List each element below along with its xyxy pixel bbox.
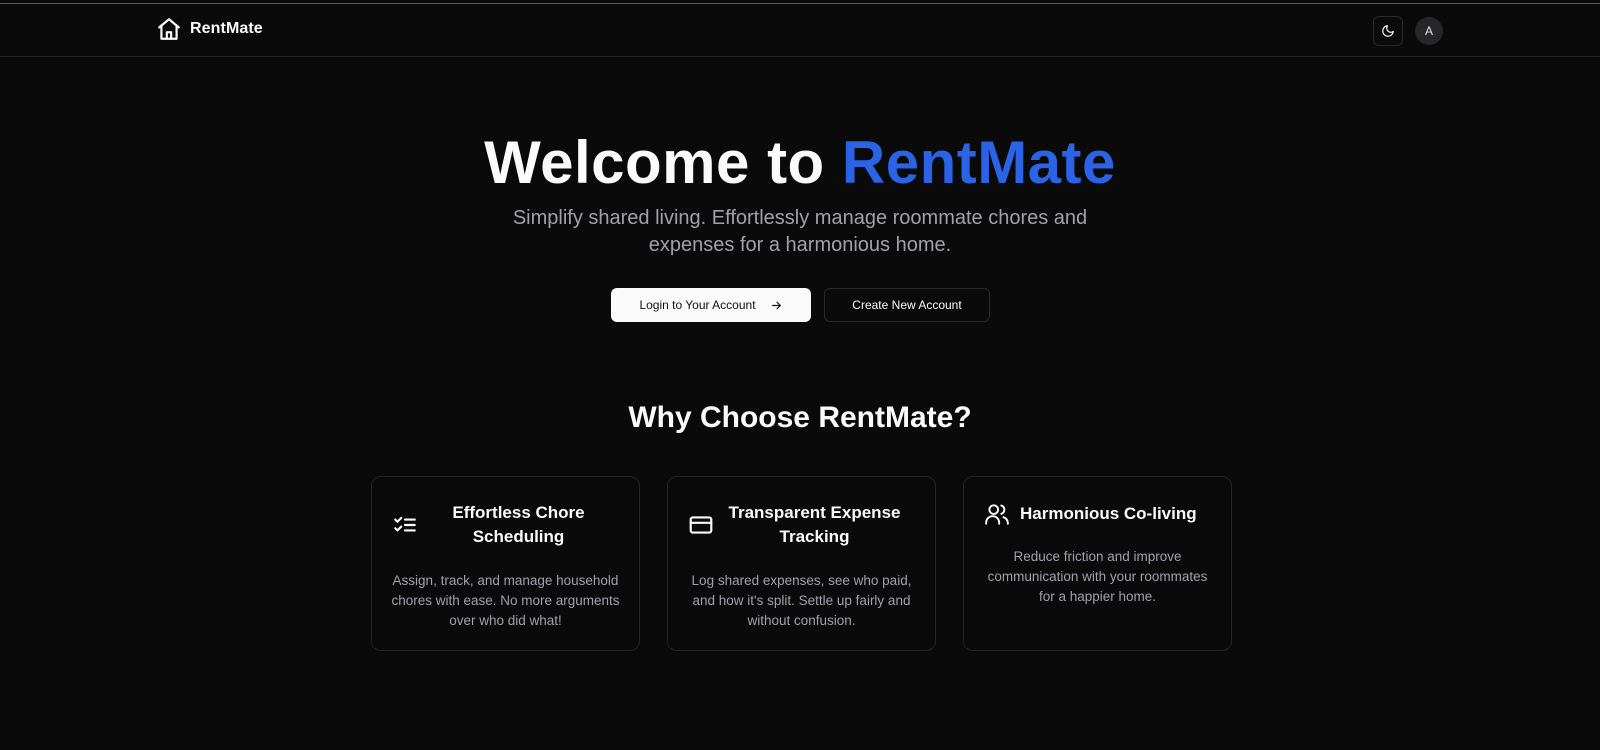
- card-description: Reduce friction and improve communicatio…: [987, 549, 1208, 604]
- moon-icon: [1382, 25, 1394, 37]
- card-description: Assign, track, and manage household chor…: [391, 573, 620, 628]
- users-icon: [985, 504, 1009, 525]
- card-header: Harmonious Co-living: [984, 501, 1211, 527]
- card-header: Transparent Expense Tracking: [688, 501, 915, 549]
- feature-card-chores: Effortless Chore Scheduling Assign, trac…: [371, 476, 640, 651]
- card-description: Log shared expenses, see who paid, and h…: [691, 573, 912, 628]
- feature-card-expenses: Transparent Expense Tracking Log shared …: [667, 476, 936, 651]
- card-header: Effortless Chore Scheduling: [392, 501, 619, 549]
- hero-subtitle: Simplify shared living. Effortlessly man…: [512, 207, 1088, 256]
- create-account-label: Create New Account: [852, 298, 962, 312]
- credit-card-icon: [689, 516, 713, 534]
- hero-title-accent: RentMate: [841, 129, 1116, 196]
- login-button[interactable]: Login to Your Account: [611, 288, 811, 322]
- hero-title-prefix: Welcome to: [484, 129, 842, 196]
- hero-title: Welcome to RentMate: [0, 128, 1600, 198]
- checklist-icon: [394, 516, 416, 532]
- brand-link[interactable]: RentMate: [156, 16, 263, 42]
- card-title: Transparent Expense Tracking: [728, 503, 901, 546]
- card-title: Harmonious Co-living: [1020, 504, 1197, 523]
- arrow-right-icon: [771, 301, 781, 309]
- top-nav: RentMate A: [0, 4, 1600, 57]
- feature-card-coliving: Harmonious Co-living Reduce friction and…: [963, 476, 1232, 651]
- theme-toggle-button[interactable]: [1373, 16, 1403, 46]
- brand-name: RentMate: [190, 20, 263, 37]
- home-icon: [158, 18, 180, 40]
- user-avatar[interactable]: A: [1415, 17, 1443, 45]
- features-title: Why Choose RentMate?: [628, 401, 972, 434]
- create-account-button[interactable]: Create New Account: [824, 288, 990, 322]
- login-button-label: Login to Your Account: [639, 298, 756, 312]
- avatar-initial: A: [1424, 24, 1433, 38]
- card-title: Effortless Chore Scheduling: [452, 503, 585, 546]
